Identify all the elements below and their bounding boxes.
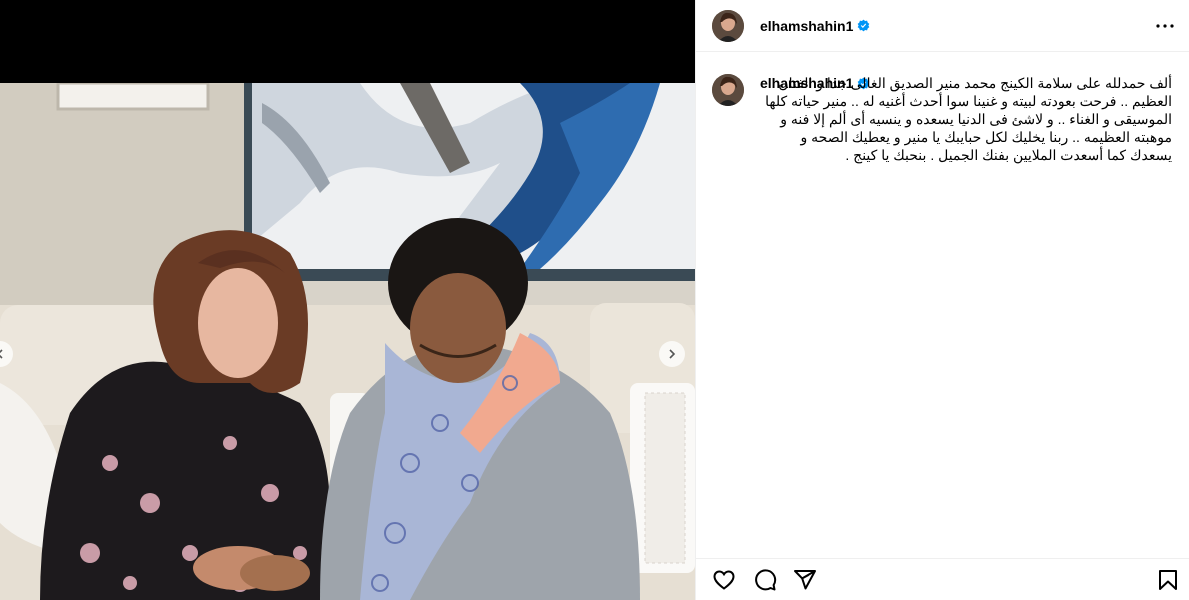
avatar[interactable] <box>712 9 744 42</box>
save-button[interactable] <box>1154 566 1182 594</box>
heart-icon <box>713 570 735 590</box>
more-options-icon <box>1156 24 1174 28</box>
more-options-button[interactable] <box>1151 12 1179 40</box>
post-details-panel: elhamshahin1 elhamshahin1 ألف حمدلله على… <box>695 0 1189 600</box>
post-photo[interactable] <box>0 83 695 600</box>
next-photo-button[interactable] <box>659 341 685 367</box>
header-username[interactable]: elhamshahin1 <box>760 18 853 34</box>
post-actions-bar <box>696 558 1189 600</box>
caption-avatar[interactable] <box>712 74 744 106</box>
media-panel <box>0 0 695 600</box>
share-icon <box>794 570 816 590</box>
caption-row: elhamshahin1 ألف حمدلله على سلامة الكينج… <box>696 52 1189 164</box>
post-header: elhamshahin1 <box>696 0 1189 52</box>
like-button[interactable] <box>710 566 738 594</box>
comment-button[interactable] <box>751 566 779 594</box>
caption-body: elhamshahin1 ألف حمدلله على سلامة الكينج… <box>760 74 1172 164</box>
chevron-left-icon <box>0 349 3 359</box>
bookmark-icon <box>1159 570 1177 590</box>
share-button[interactable] <box>791 566 819 594</box>
comment-icon <box>755 569 777 591</box>
chevron-right-icon <box>669 349 676 359</box>
caption-text: ألف حمدلله على سلامة الكينج محمد منير ال… <box>765 75 1172 163</box>
verified-badge-icon <box>858 19 870 32</box>
